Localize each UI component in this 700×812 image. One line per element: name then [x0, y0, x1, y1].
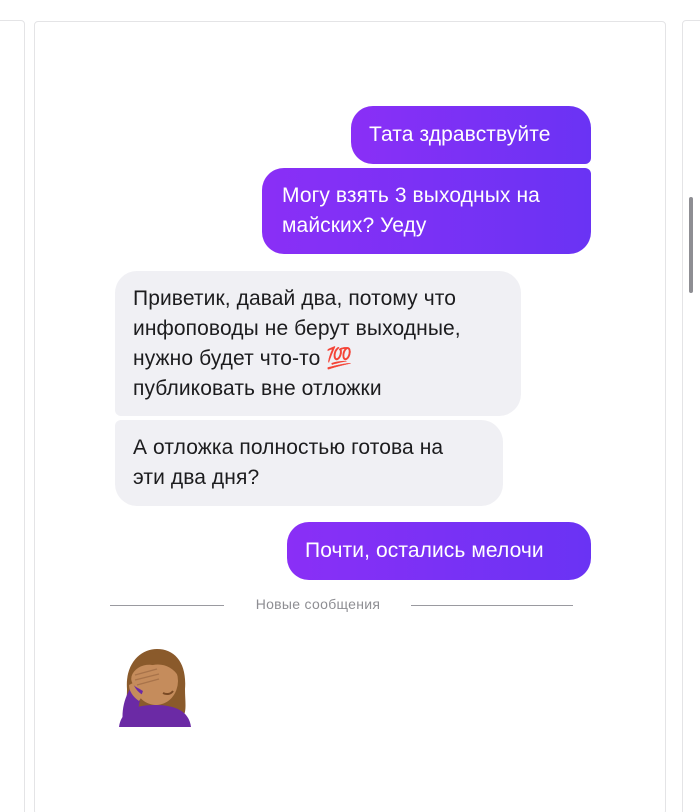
scrollbar[interactable]: [689, 197, 693, 293]
message-outgoing[interactable]: Могу взять 3 выходных на майских? Уеду: [262, 168, 591, 254]
message-outgoing[interactable]: Почти, остались мелочи: [287, 522, 591, 580]
message-line: публиковать вне отложки: [133, 377, 382, 400]
facepalm-woman-icon[interactable]: [113, 645, 197, 727]
previous-card-edge: [0, 20, 25, 812]
message-line: Приветик, давай два, потому что: [133, 287, 456, 310]
message-text: Почти, остались мелочи: [305, 539, 544, 562]
screenshot-frame: Тата здравствуйте Могу взять 3 выходных …: [0, 0, 700, 812]
message-line: эти два дня?: [133, 466, 260, 489]
message-incoming[interactable]: А отложка полностью готова на эти два дн…: [115, 420, 503, 506]
new-messages-divider: Новые сообщения: [255, 596, 381, 612]
divider-line-left: [110, 605, 224, 606]
message-outgoing[interactable]: Тата здравствуйте: [351, 106, 591, 164]
message-incoming[interactable]: Приветик, давай два, потому что инфопово…: [115, 271, 521, 416]
message-line: инфоповоды не берут выходные,: [133, 317, 461, 340]
next-card-edge: [682, 20, 700, 812]
message-line: Могу взять 3 выходных на: [282, 184, 540, 207]
message-line: нужно будет что-то 💯: [133, 347, 353, 370]
message-line: А отложка полностью готова на: [133, 436, 444, 459]
message-line: майских? Уеду: [282, 214, 427, 237]
message-text: Тата здравствуйте: [369, 123, 551, 146]
divider-line-right: [411, 605, 573, 606]
